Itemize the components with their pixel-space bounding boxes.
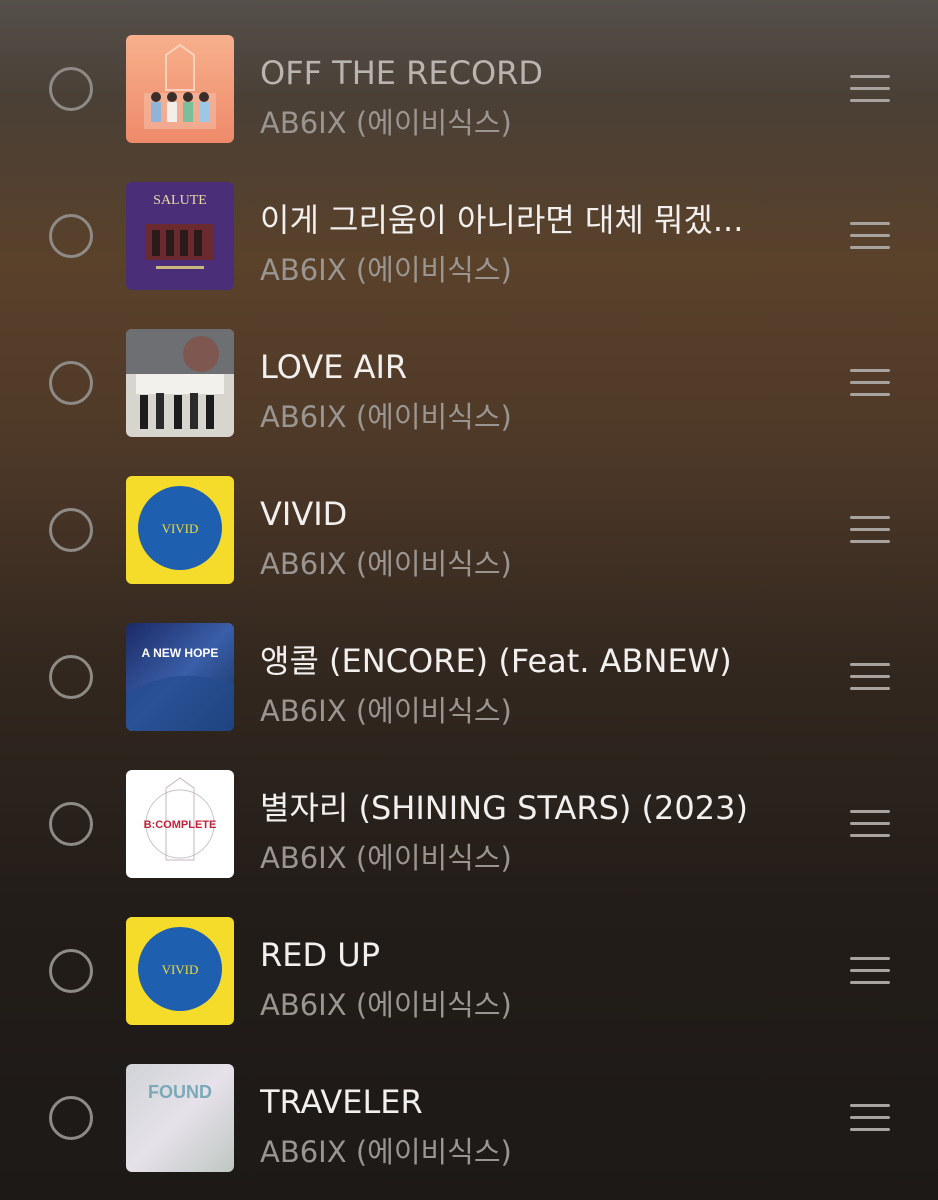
album-cover: SALUTE — [126, 181, 234, 290]
drag-handle-icon[interactable] — [850, 1103, 890, 1132]
cover-text: FOUND — [148, 1082, 212, 1102]
track-list: OFF THE RECORD AB6IX (에이비식스) SALUTE 이게 그… — [0, 0, 938, 1200]
track-row[interactable]: SALUTE 이게 그리움이 아니라면 대체 뭐겠... AB6IX (에이비식… — [0, 162, 938, 309]
track-row[interactable]: VIVID RED UP AB6IX (에이비식스) — [0, 897, 938, 1044]
track-title: OFF THE RECORD — [260, 54, 544, 92]
track-title: LOVE AIR — [260, 348, 408, 386]
select-radio[interactable] — [49, 66, 93, 111]
cover-text: VIVID — [162, 962, 199, 977]
select-radio[interactable] — [49, 1095, 93, 1140]
cover-text: A NEW HOPE — [142, 646, 219, 660]
select-radio[interactable] — [49, 360, 93, 405]
track-row[interactable]: LOVE AIR AB6IX (에이비식스) — [0, 309, 938, 456]
track-title: 앵콜 (ENCORE) (Feat. ABNEW) — [260, 642, 732, 680]
track-artist: AB6IX (에이비식스) — [260, 1135, 512, 1169]
track-row[interactable]: B:COMPLETE 별자리 (SHINING STARS) (2023) AB… — [0, 750, 938, 897]
drag-handle-icon[interactable] — [850, 809, 890, 838]
drag-handle-icon[interactable] — [850, 221, 890, 250]
track-row[interactable]: FOUND TRAVELER AB6IX (에이비식스) — [0, 1044, 938, 1191]
select-radio[interactable] — [49, 654, 93, 699]
track-artist: AB6IX (에이비식스) — [260, 106, 512, 140]
drag-handle-icon[interactable] — [850, 515, 890, 544]
track-artist: AB6IX (에이비식스) — [260, 988, 512, 1022]
track-title: RED UP — [260, 936, 380, 974]
track-row[interactable]: VIVID VIVID AB6IX (에이비식스) — [0, 456, 938, 603]
album-cover: A NEW HOPE — [126, 622, 234, 731]
track-title: 이게 그리움이 아니라면 대체 뭐겠... — [260, 201, 744, 239]
track-artist: AB6IX (에이비식스) — [260, 841, 512, 875]
cover-text: B:COMPLETE — [144, 819, 217, 831]
select-radio[interactable] — [49, 213, 93, 258]
album-cover: B:COMPLETE — [126, 769, 234, 878]
select-radio[interactable] — [49, 507, 93, 552]
album-cover — [126, 328, 234, 437]
track-artist: AB6IX (에이비식스) — [260, 253, 512, 287]
drag-handle-icon[interactable] — [850, 956, 890, 985]
track-artist: AB6IX (에이비식스) — [260, 694, 512, 728]
cover-text: SALUTE — [153, 193, 207, 208]
track-row[interactable]: OFF THE RECORD AB6IX (에이비식스) — [0, 15, 938, 162]
drag-handle-icon[interactable] — [850, 74, 890, 103]
select-radio[interactable] — [49, 801, 93, 846]
track-artist: AB6IX (에이비식스) — [260, 400, 512, 434]
cover-text: VIVID — [162, 521, 199, 536]
drag-handle-icon[interactable] — [850, 662, 890, 691]
track-title: VIVID — [260, 495, 348, 533]
album-cover: VIVID — [126, 916, 234, 1025]
album-cover — [126, 34, 234, 143]
track-artist: AB6IX (에이비식스) — [260, 547, 512, 581]
track-row[interactable]: A NEW HOPE 앵콜 (ENCORE) (Feat. ABNEW) AB6… — [0, 603, 938, 750]
drag-handle-icon[interactable] — [850, 368, 890, 397]
track-title: 별자리 (SHINING STARS) (2023) — [260, 789, 748, 827]
album-cover: FOUND — [126, 1063, 234, 1172]
track-title: TRAVELER — [260, 1083, 423, 1121]
album-cover: VIVID — [126, 475, 234, 584]
select-radio[interactable] — [49, 948, 93, 993]
